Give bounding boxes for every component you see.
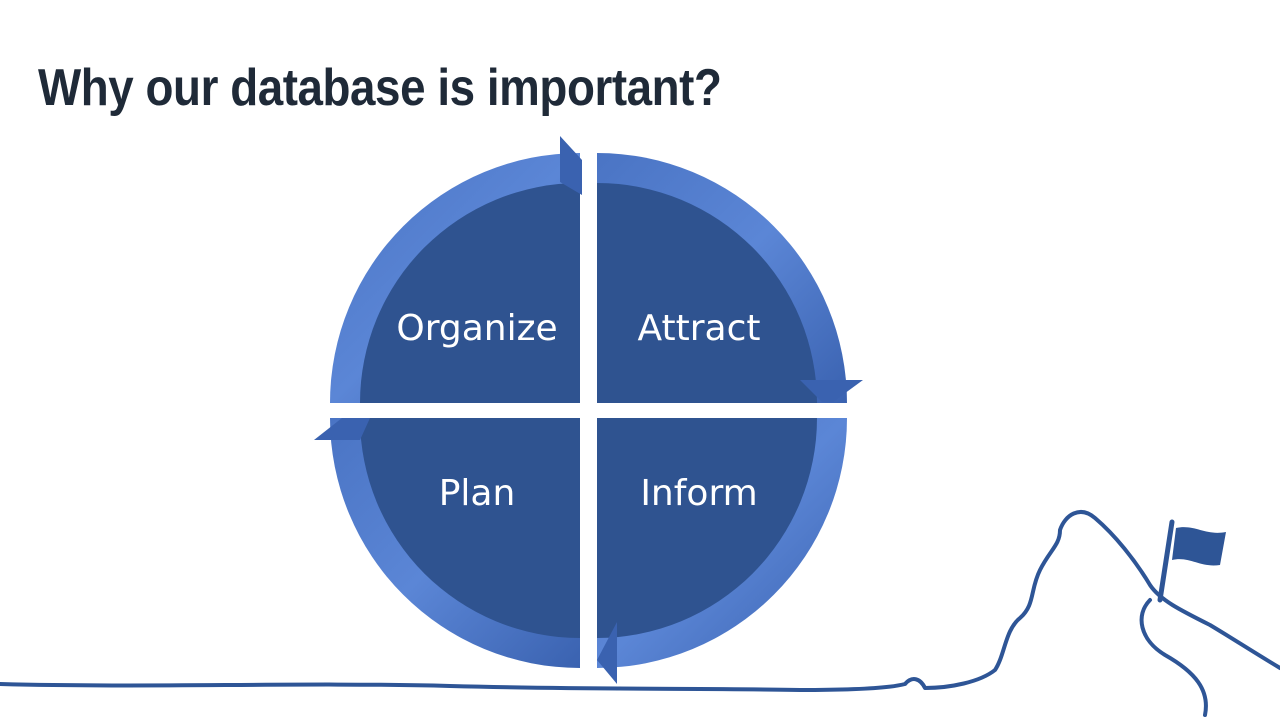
quadrant-organize: Organize	[330, 136, 582, 403]
quadrant-label-organize: Organize	[396, 308, 557, 349]
quadrant-inform: Inform	[597, 418, 847, 684]
quadrant-label-attract: Attract	[638, 308, 761, 349]
quadrant-plan: Plan	[314, 418, 580, 668]
cycle-diagram: Organize Attract Plan Inform	[0, 136, 1280, 717]
quadrant-attract: Attract	[597, 153, 863, 403]
flag-icon	[1157, 519, 1226, 603]
quadrant-label-plan: Plan	[439, 473, 516, 514]
quadrant-label-inform: Inform	[640, 473, 757, 514]
